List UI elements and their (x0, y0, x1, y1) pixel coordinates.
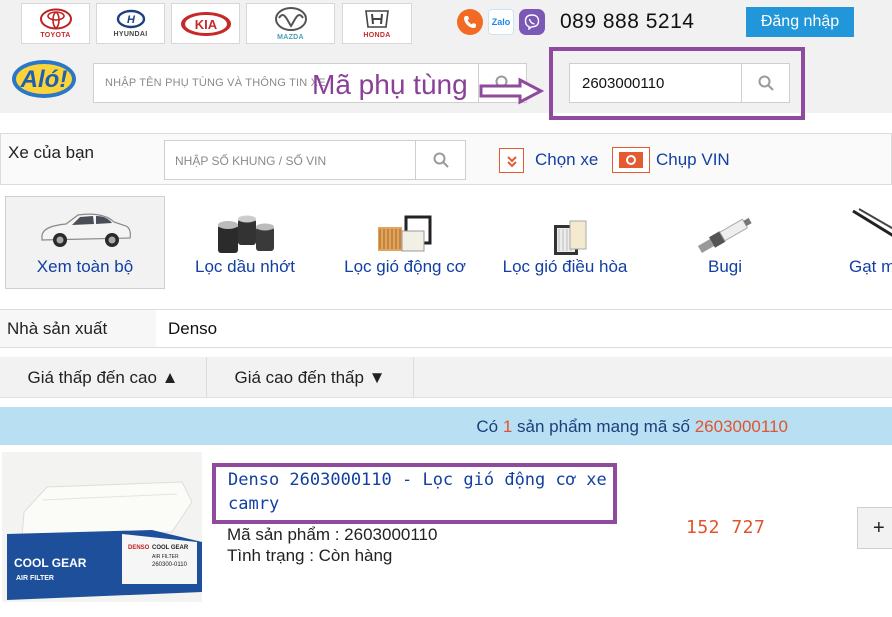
results-prefix: Có (476, 417, 499, 436)
add-label: + (873, 516, 885, 539)
results-banner: Có 1 sản phẩm mang mã số 2603000110 (0, 407, 892, 445)
category-label: Lọc gió điều hòa (502, 257, 628, 276)
vehicle-row: Xe của bạn NHẬP SỐ KHUNG / SỐ VIN Chọn x… (0, 133, 892, 185)
product-title-link[interactable]: Denso 2603000110 - Lọc gió động cơ xe ca… (228, 468, 608, 516)
part-number-search-input[interactable]: 2603000110 (569, 63, 790, 103)
category-item-wiper[interactable]: Gạt m (815, 195, 892, 288)
results-middle: sản phẩm mang mã số (517, 417, 690, 436)
manufacturer-value: Denso (168, 319, 218, 338)
add-to-cart-button[interactable]: + (857, 507, 892, 549)
annotation-label: Mã phụ tùng (312, 69, 468, 100)
chevron-down-icon[interactable] (499, 148, 524, 173)
manufacturer-filter[interactable]: Denso (156, 310, 892, 347)
category-item-spark-plug[interactable]: Bugi (650, 195, 800, 288)
search-row: Aló! NHẬP TÊN PHỤ TÙNG VÀ THÔNG TIN XE M… (0, 47, 892, 120)
wiper-icon (852, 208, 892, 237)
search-icon (758, 75, 774, 91)
air-filter-icon (378, 215, 432, 252)
svg-text:AIR FILTER: AIR FILTER (152, 554, 179, 560)
results-code: 2603000110 (694, 417, 788, 436)
category-label: Xem toàn bộ (36, 257, 134, 276)
zalo-icon[interactable]: Zalo (488, 9, 514, 35)
category-item-oil-filter[interactable]: Lọc dầu nhớt (170, 195, 320, 288)
vin-input[interactable]: NHẬP SỐ KHUNG / SỐ VIN (164, 140, 466, 180)
results-count: 1 (502, 417, 513, 436)
brand-name: MAZDA (277, 34, 304, 41)
category-item-cabin-filter[interactable]: Lọc gió điều hòa (490, 195, 640, 288)
results-count-text: Có 1 sản phẩm mang mã số 2603000110 (476, 417, 788, 437)
camera-icon[interactable] (612, 147, 650, 173)
svg-text:COOL GEAR: COOL GEAR (152, 545, 189, 551)
site-logo[interactable]: Aló! (10, 53, 82, 101)
cabin-filter-icon (554, 220, 587, 255)
spark-plug-icon (697, 217, 752, 253)
svg-text:260300-0110: 260300-0110 (152, 562, 188, 568)
car-icon (41, 213, 131, 247)
category-label: Lọc gió động cơ (344, 257, 466, 276)
product-status: Tình trạng : Còn hàng (227, 546, 393, 565)
svg-text:H: H (127, 14, 136, 26)
product-image[interactable]: COOL GEAR AIR FILTER DENSO COOL GEAR AIR… (2, 452, 202, 602)
brand-mazda[interactable]: MAZDA (246, 3, 335, 44)
brand-toyota[interactable]: TOYOTA (21, 3, 90, 44)
vin-placeholder: NHẬP SỐ KHUNG / SỐ VIN (175, 154, 327, 168)
photo-vin-link[interactable]: Chụp VIN (656, 150, 730, 170)
brand-name: TOYOTA (40, 32, 71, 39)
category-label: Bugi (707, 257, 743, 276)
hyundai-logo-icon: H (116, 9, 145, 29)
manufacturer-label: Nhà sản xuất (7, 319, 108, 338)
product-price: 152 727 (686, 517, 766, 538)
svg-text:COOL GEAR: COOL GEAR (14, 556, 87, 570)
svg-text:DENSO: DENSO (128, 545, 150, 551)
sort-price-asc-button[interactable]: Giá thấp đến cao ▲ (0, 357, 207, 398)
category-label: Lọc dầu nhớt (195, 257, 295, 276)
search-icon (433, 152, 449, 168)
phone-icon[interactable] (457, 9, 483, 35)
zalo-text: Zalo (491, 17, 511, 27)
category-item-all[interactable]: Xem toàn bộ (5, 195, 165, 288)
kia-logo-icon: KIA (180, 11, 231, 36)
top-bar: TOYOTA H HYUNDAI KIA MAZDA HONDA Zalo 08… (0, 0, 892, 47)
main-search-placeholder: NHẬP TÊN PHỤ TÙNG VÀ THÔNG TIN XE (105, 77, 326, 89)
mazda-logo-icon (274, 7, 307, 31)
oil-filter-icon (218, 215, 274, 253)
sort-row: Giá thấp đến cao ▲ Giá cao đến thấp ▼ (0, 357, 892, 398)
choose-car-link[interactable]: Chọn xe (535, 150, 598, 170)
phone-number[interactable]: 089 888 5214 (560, 10, 694, 34)
brand-name: HONDA (363, 32, 391, 39)
category-item-air-filter[interactable]: Lọc gió động cơ (330, 195, 480, 288)
brand-honda[interactable]: HONDA (342, 3, 412, 44)
svg-text:KIA: KIA (194, 17, 217, 32)
vin-search-button[interactable] (415, 141, 465, 179)
brand-kia[interactable]: KIA (171, 3, 240, 44)
annotation-arrow-icon (479, 77, 545, 105)
manufacturer-row: Nhà sản xuất Denso (0, 309, 892, 348)
category-label: Gạt m (849, 257, 892, 276)
login-button[interactable]: Đăng nhập (746, 7, 854, 37)
viber-icon[interactable] (519, 9, 545, 35)
brand-name: HYUNDAI (113, 31, 148, 38)
product-sku: Mã sản phẩm : 2603000110 (227, 525, 438, 544)
toyota-logo-icon (39, 8, 72, 30)
part-number-value: 2603000110 (582, 75, 665, 92)
honda-logo-icon (365, 10, 389, 28)
vehicle-label: Xe của bạn (8, 143, 95, 162)
brand-hyundai[interactable]: H HYUNDAI (96, 3, 165, 44)
part-search-button[interactable] (741, 64, 789, 102)
svg-text:AIR FILTER: AIR FILTER (16, 575, 54, 582)
svg-text:Aló!: Aló! (20, 66, 68, 93)
sort-price-desc-button[interactable]: Giá cao đến thấp ▼ (207, 357, 414, 398)
